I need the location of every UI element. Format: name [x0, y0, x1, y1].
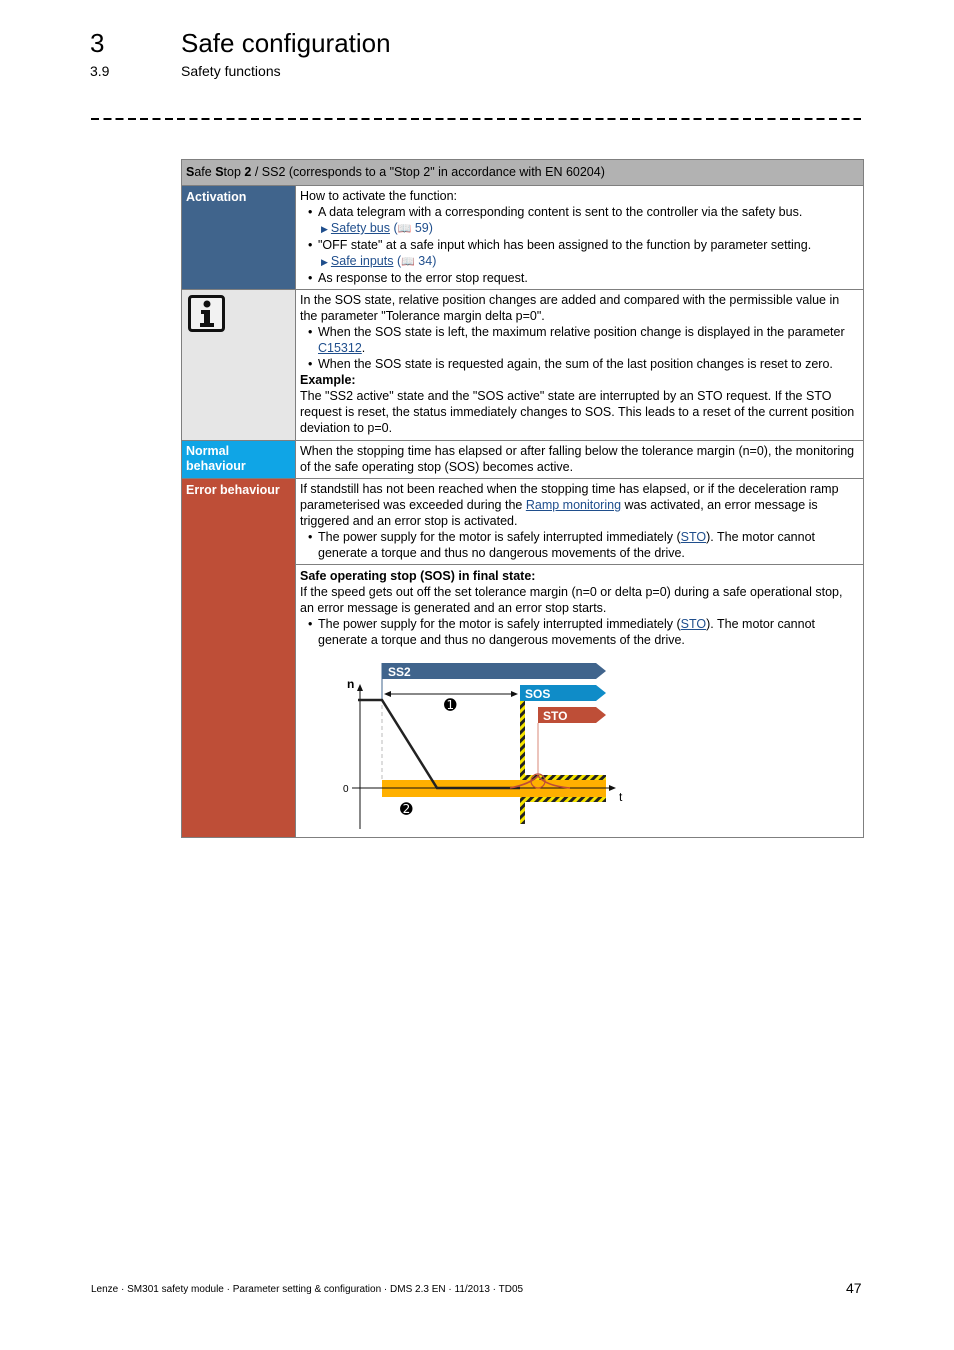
- marker-2: ➋: [400, 800, 413, 818]
- example-text: The "SS2 active" state and the "SOS acti…: [300, 389, 855, 435]
- ss2-timing-diagram: SS2 SOS STO n t 0 ➊ ➋: [300, 654, 840, 834]
- sos-text: If the speed gets out off the set tolera…: [300, 585, 843, 615]
- paren: (: [390, 221, 398, 235]
- sos-hazard-stripe-vertical: [520, 690, 525, 824]
- ramp-monitoring-link[interactable]: Ramp monitoring: [526, 498, 621, 512]
- info-icon: [188, 295, 225, 332]
- error-content: If standstill has not been reached when …: [295, 478, 864, 565]
- triangle-right-icon: ▶: [321, 257, 328, 267]
- table-row-activation: Activation How to activate the function:…: [181, 185, 864, 290]
- info-content: In the SOS state, relative position chan…: [295, 289, 864, 441]
- c15312-link[interactable]: C15312: [318, 341, 362, 355]
- info-paragraph: In the SOS state, relative position chan…: [300, 293, 840, 323]
- bullet-text: When the SOS state is requested again, t…: [318, 357, 833, 371]
- example-label: Example:: [300, 373, 356, 387]
- marker-1: ➊: [444, 696, 457, 714]
- ss2-bar-label: SS2: [388, 665, 411, 679]
- activation-intro: How to activate the function:: [300, 189, 458, 203]
- sto-bar-label: STO: [543, 709, 567, 723]
- table-title: Safe Stop 2 / SS2 (corresponds to a "Sto…: [181, 159, 864, 186]
- x-axis-label: t: [619, 790, 623, 804]
- sos-hazard-stripe-bottom: [520, 797, 606, 802]
- zero-label: 0: [343, 784, 349, 795]
- list-item: The power supply for the motor is safely…: [308, 529, 858, 561]
- list-item: "OFF state" at a safe input which has be…: [308, 237, 858, 253]
- sos-content: Safe operating stop (SOS) in final state…: [295, 564, 864, 838]
- y-axis-arrow: [357, 684, 363, 691]
- row-label-error: Error behaviour: [181, 478, 296, 838]
- bullet-text: The power supply for the motor is safely…: [318, 617, 681, 631]
- table-row-error: Error behaviour If standstill has not be…: [181, 478, 864, 838]
- paren: (: [393, 254, 402, 268]
- row-label-normal: Normal behaviour: [181, 440, 296, 479]
- sto-link[interactable]: STO: [681, 617, 706, 631]
- section-title: Safety functions: [181, 63, 281, 79]
- x-axis-arrow: [609, 785, 616, 791]
- table-row-info: In the SOS state, relative position chan…: [181, 289, 864, 441]
- title-part: afe: [194, 165, 216, 179]
- sos-bar-label: SOS: [525, 687, 550, 701]
- page-number: 47: [846, 1280, 862, 1296]
- sto-link[interactable]: STO: [681, 530, 706, 544]
- paren: ): [432, 254, 437, 268]
- safe-inputs-link[interactable]: Safe inputs: [331, 254, 394, 268]
- list-item: As response to the error stop request.: [308, 270, 858, 286]
- footer-text: Lenze · SM301 safety module · Parameter …: [91, 1284, 524, 1295]
- paren: ): [428, 221, 433, 235]
- normal-content: When the stopping time has elapsed or af…: [295, 440, 864, 479]
- bullet-text: When the SOS state is left, the maximum …: [318, 325, 845, 339]
- bullet-text: .: [361, 341, 366, 355]
- page-ref: 59: [411, 221, 429, 235]
- arrow-head-right: [511, 691, 518, 697]
- table-row-normal: Normal behaviour When the stopping time …: [181, 440, 864, 479]
- page-ref: 34: [414, 254, 433, 268]
- bullet-text: "OFF state" at a safe input which has be…: [318, 238, 812, 252]
- safety-bus-ref: ▶ Safety bus (📖 59): [300, 220, 858, 237]
- list-item: The power supply for the motor is safely…: [308, 616, 858, 648]
- list-item: A data telegram with a corresponding con…: [308, 204, 858, 220]
- header-divider: [91, 118, 861, 120]
- list-item: When the SOS state is left, the maximum …: [308, 324, 858, 356]
- bullet-text: As response to the error stop request.: [318, 271, 528, 285]
- section-number: 3.9: [90, 63, 110, 79]
- book-icon: 📖: [401, 256, 415, 268]
- book-icon: 📖: [397, 223, 412, 235]
- function-table: Safe Stop 2 / SS2 (corresponds to a "Sto…: [181, 159, 864, 838]
- list-item: When the SOS state is requested again, t…: [308, 356, 858, 372]
- bullet-text: A data telegram with a corresponding con…: [318, 205, 803, 219]
- activation-content: How to activate the function: A data tel…: [295, 185, 864, 290]
- ss2-bar: [382, 663, 606, 679]
- row-label-activation: Activation: [181, 185, 296, 290]
- sos-heading: Safe operating stop (SOS) in final state…: [300, 569, 536, 583]
- error-paragraph: If standstill has not been reached when …: [300, 481, 858, 529]
- chapter-number: 3: [90, 28, 105, 58]
- title-part: / SS2 (corresponds to a "Stop 2" in acco…: [251, 165, 605, 179]
- safe-inputs-ref: ▶ Safe inputs (📖 34): [300, 253, 858, 270]
- bullet-text: The power supply for the motor is safely…: [318, 530, 681, 544]
- y-axis-label: n: [347, 677, 354, 691]
- triangle-right-icon: ▶: [321, 224, 328, 234]
- title-part: top: [223, 165, 245, 179]
- chapter-title: Safe configuration: [181, 28, 391, 58]
- title-letter: S: [215, 165, 224, 179]
- safety-bus-link[interactable]: Safety bus: [331, 221, 390, 235]
- row-label-info: [181, 289, 296, 441]
- arrow-head-left: [384, 691, 391, 697]
- table-header-row: Safe Stop 2 / SS2 (corresponds to a "Sto…: [181, 159, 864, 186]
